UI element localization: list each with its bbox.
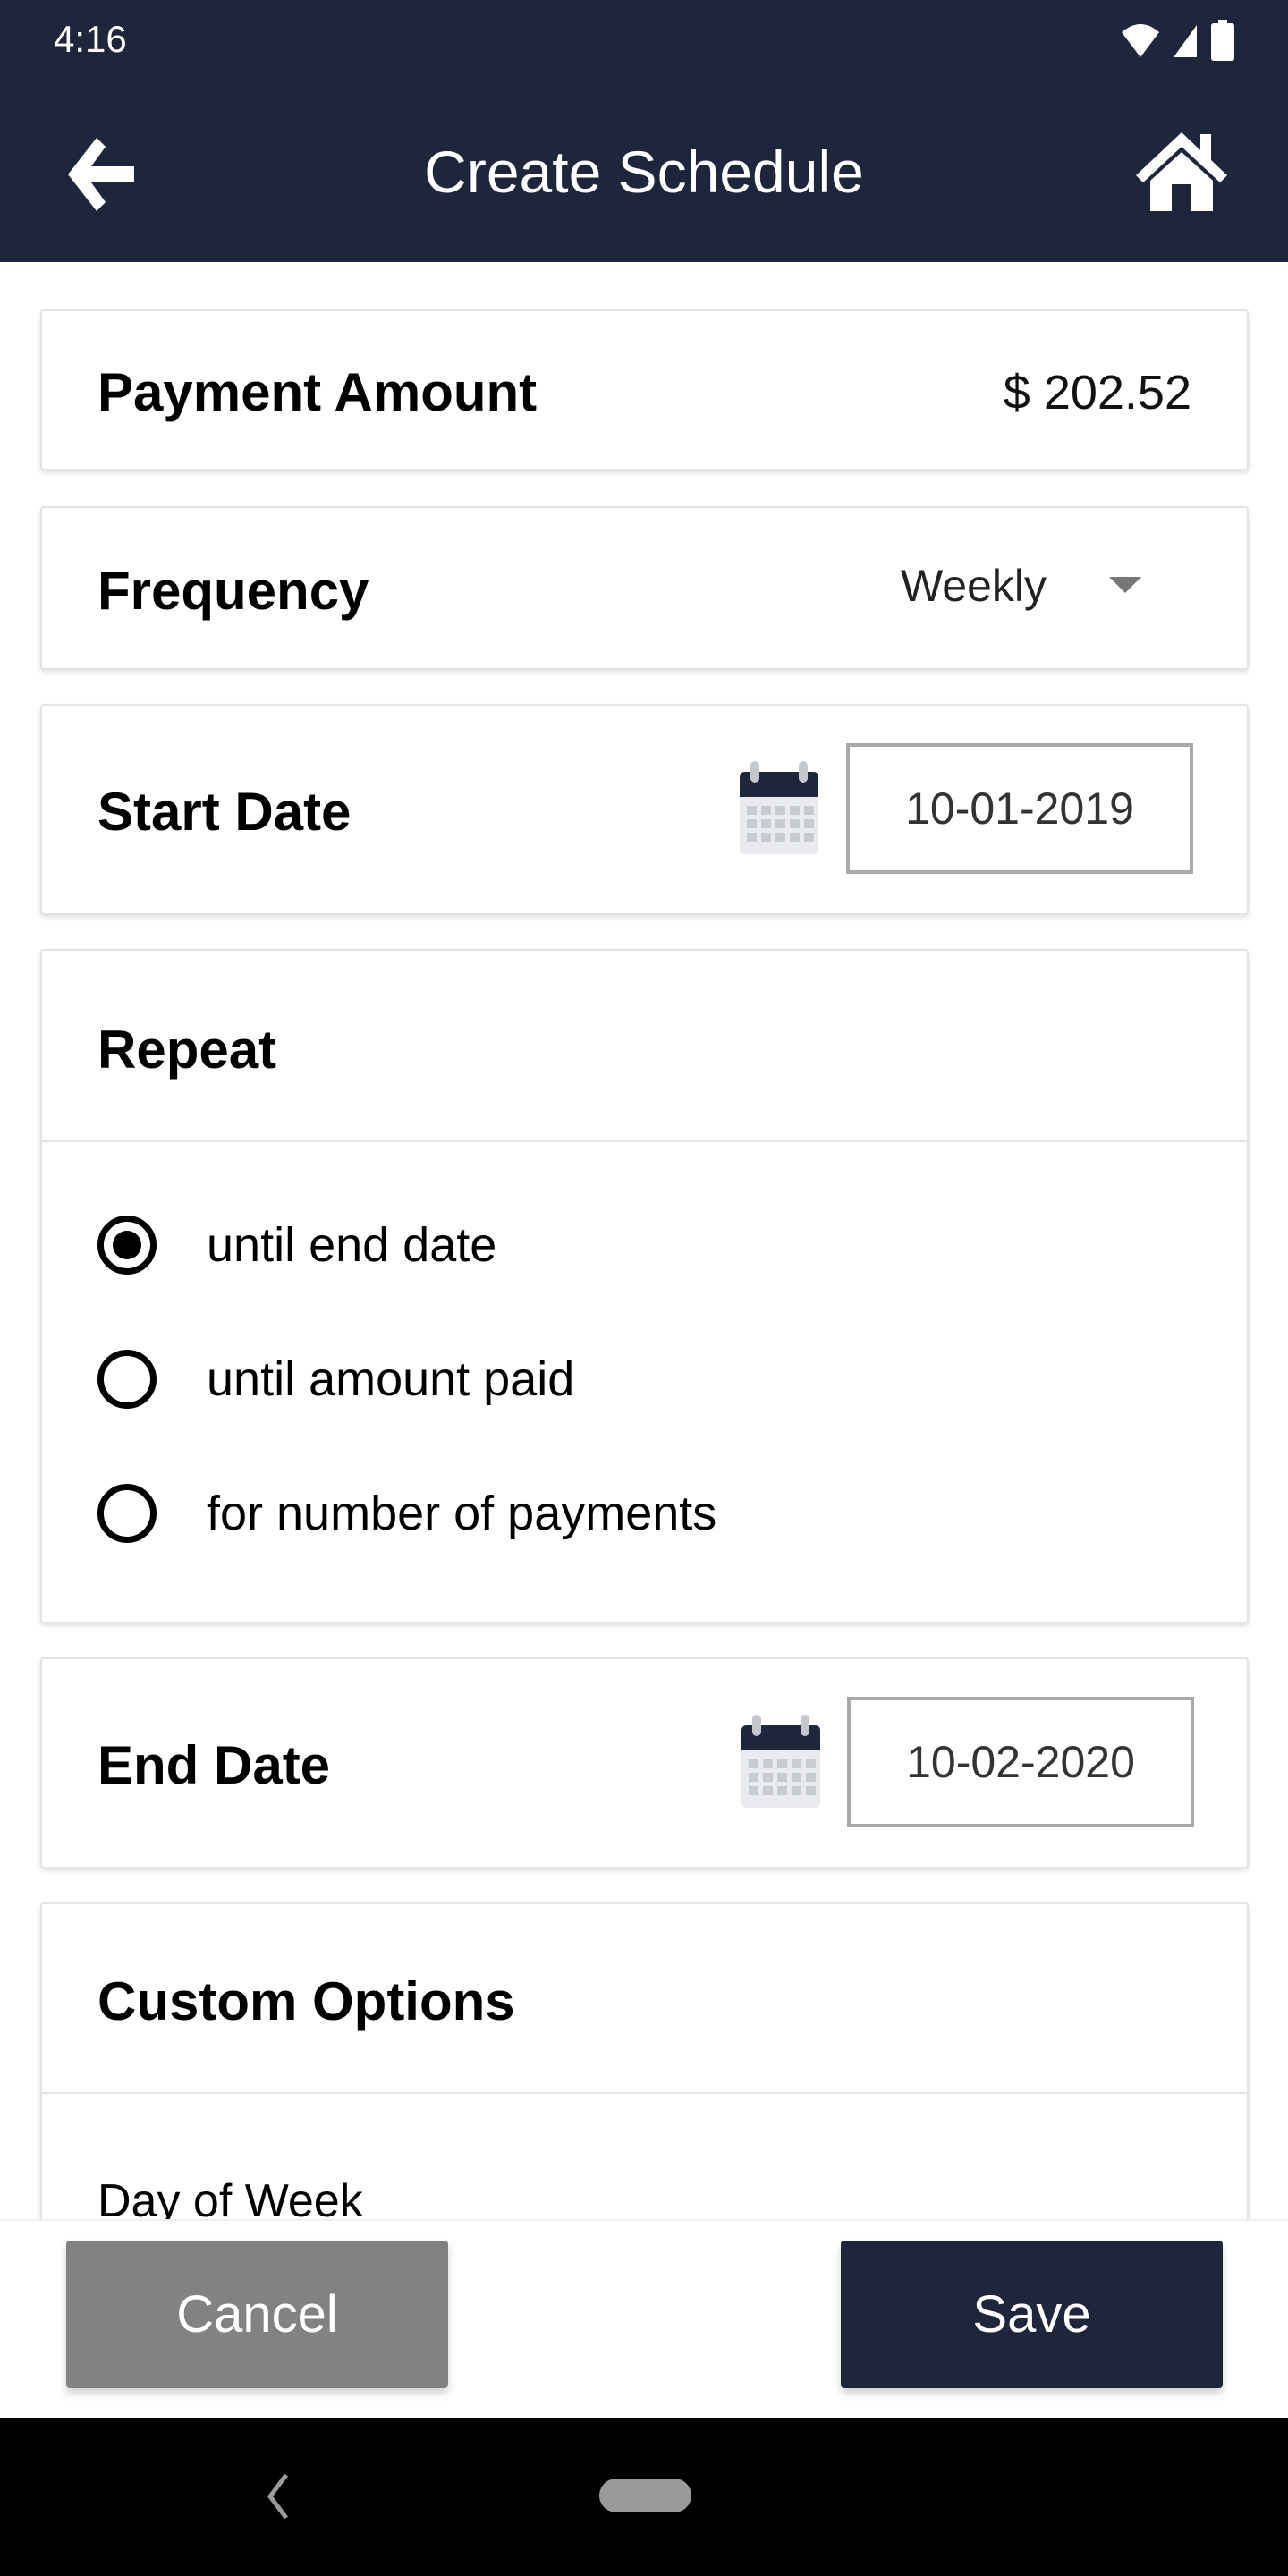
start-date-card: Start Date 10-01-2019 <box>40 704 1249 915</box>
payment-amount-label: Payment Amount <box>97 362 538 422</box>
page-title: Create Schedule <box>424 139 864 205</box>
system-nav-bar <box>0 2418 1288 2576</box>
nav-home-pill[interactable] <box>599 2479 691 2512</box>
app-bar: Create Schedule <box>0 80 1288 262</box>
radio-label: until end date <box>207 1218 497 1272</box>
radio-unselected-icon[interactable] <box>97 1350 157 1409</box>
radio-label: for number of payments <box>207 1487 717 1540</box>
status-icons <box>1120 20 1234 61</box>
repeat-card: Repeat until end date until amount paid … <box>40 949 1249 1623</box>
custom-options-card: Custom Options Day of Week <box>40 1902 1249 2219</box>
day-of-week-label: Day of Week <box>97 2175 363 2219</box>
radio-selected-icon[interactable] <box>97 1216 157 1275</box>
battery-icon <box>1211 20 1234 61</box>
end-date-input[interactable]: 10-02-2020 <box>847 1697 1194 1827</box>
repeat-divider <box>42 1140 1247 1142</box>
frequency-select[interactable]: Weekly <box>901 560 1142 612</box>
payment-amount-value[interactable]: $ 202.52 <box>1004 365 1191 420</box>
start-date-label: Start Date <box>97 782 352 842</box>
start-date-input[interactable]: 10-01-2019 <box>846 743 1193 874</box>
cancel-button[interactable]: Cancel <box>66 2241 448 2388</box>
frequency-selected-value: Weekly <box>901 561 1047 611</box>
home-icon[interactable] <box>1132 129 1231 214</box>
save-button[interactable]: Save <box>841 2241 1223 2388</box>
custom-options-divider <box>42 2092 1247 2094</box>
frequency-card: Frequency Weekly <box>40 506 1249 670</box>
action-footer: Cancel Save <box>0 2219 1288 2418</box>
end-date-card: End Date 10-02-2020 <box>40 1657 1249 1868</box>
nav-back-icon[interactable] <box>265 2471 292 2521</box>
repeat-label: Repeat <box>97 1020 277 1080</box>
radio-until-end-date[interactable]: until end date <box>97 1216 496 1275</box>
payment-amount-card: Payment Amount $ 202.52 <box>40 309 1249 470</box>
status-bar: 4:16 <box>0 0 1288 80</box>
frequency-label: Frequency <box>97 561 369 621</box>
dropdown-caret-icon <box>1109 577 1142 593</box>
custom-options-label: Custom Options <box>97 1971 515 2031</box>
calendar-icon[interactable] <box>738 761 820 856</box>
radio-unselected-icon[interactable] <box>97 1484 157 1543</box>
radio-until-amount-paid[interactable]: until amount paid <box>97 1350 574 1409</box>
radio-label: until amount paid <box>207 1352 575 1406</box>
cell-signal-icon <box>1174 25 1197 57</box>
wifi-icon <box>1122 24 1159 57</box>
calendar-icon[interactable] <box>740 1715 822 1809</box>
radio-for-number-of-payments[interactable]: for number of payments <box>97 1484 716 1543</box>
schedule-form: Payment Amount $ 202.52 Frequency Weekly… <box>0 262 1288 2219</box>
status-time: 4:16 <box>54 18 127 60</box>
end-date-label: End Date <box>97 1735 331 1795</box>
